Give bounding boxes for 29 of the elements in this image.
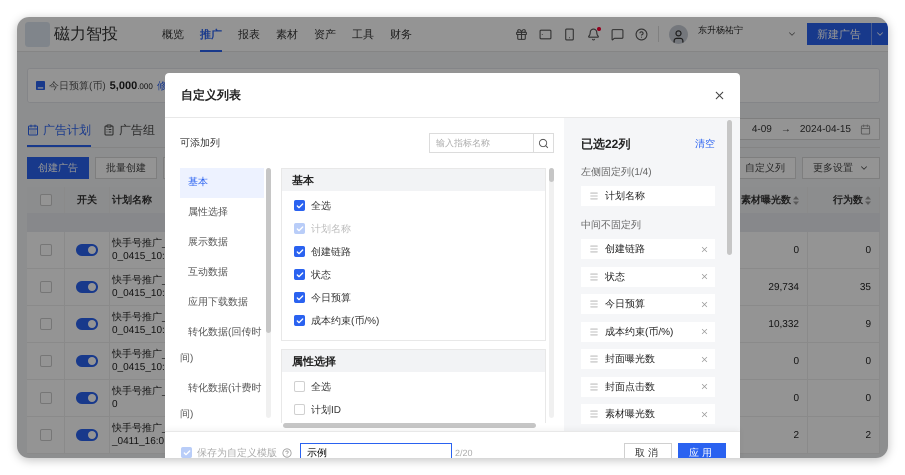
user-name: 东升杨祐宁 — [698, 24, 743, 37]
table-cell: 0 — [793, 392, 799, 404]
table-cell: 2 — [793, 430, 799, 440]
section-label: 中间不固定列 — [581, 218, 642, 232]
column-header: 计划名称 — [112, 194, 152, 207]
checkbox-label: 保存为自定义模版 — [197, 446, 277, 458]
table-cell: 9 — [865, 318, 871, 330]
table-cell: 0 — [793, 244, 799, 256]
char-count: 2/20 — [455, 448, 473, 458]
budget-amount: 5,000.000 — [110, 80, 153, 92]
table-cell: 0 — [865, 244, 871, 256]
dialog-title: 自定义列表 — [181, 86, 241, 104]
table-cell: 29,734 — [768, 282, 799, 292]
group-header: 属性选择 — [282, 350, 545, 372]
table-cell: 0 — [793, 356, 799, 366]
section-label: 可添加列 — [180, 136, 220, 150]
table-cell: 35 — [860, 282, 871, 292]
column-header: 开关 — [77, 194, 97, 207]
group-header: 基本 — [282, 169, 545, 191]
table-cell: 2 — [865, 430, 871, 440]
logo-text: 磁力智投 — [54, 24, 118, 44]
column-header: 素材曝光数 — [741, 194, 791, 207]
column-header: 行为数 — [833, 194, 863, 207]
section-label: 左侧固定列(1/4) — [581, 166, 653, 179]
table-cell: 0 — [865, 392, 871, 404]
selected-count: 已选22列 — [581, 136, 630, 152]
table-cell: 0 — [865, 356, 871, 366]
budget-label: 今日预算(币) — [49, 80, 106, 92]
table-cell: 10,332 — [768, 318, 799, 330]
